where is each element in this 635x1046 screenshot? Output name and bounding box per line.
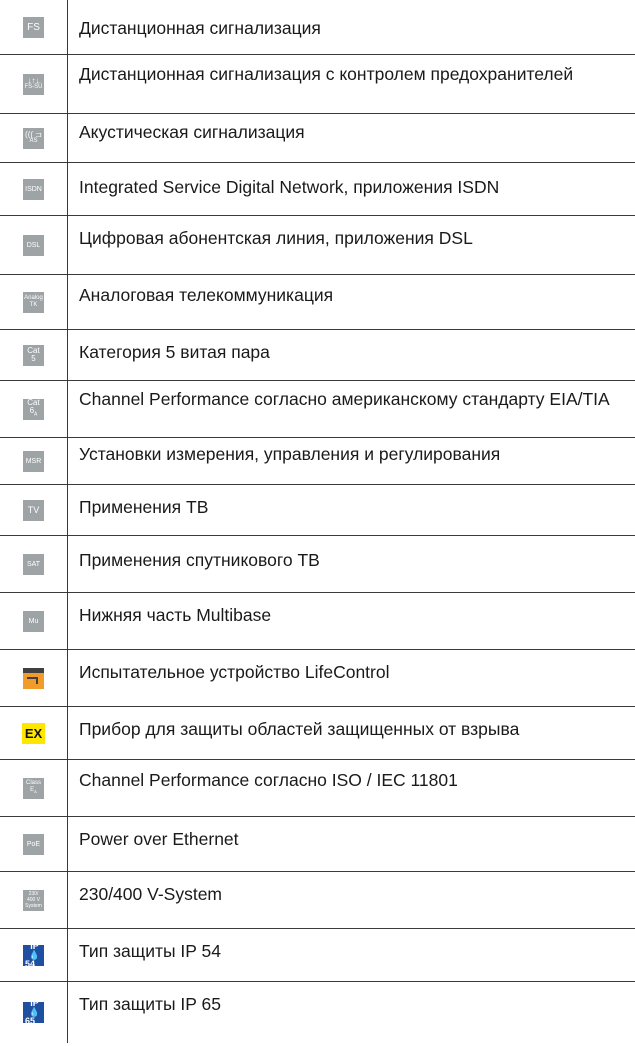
cat6a-icon: Cat 6A bbox=[23, 398, 44, 420]
legend-row: FS Дистанционная сигнализация bbox=[0, 0, 635, 54]
row-description: Акустическая сигнализация bbox=[79, 122, 305, 142]
row-description: Power over Ethernet bbox=[79, 829, 239, 849]
icon-cell: IP 💧 65 bbox=[0, 982, 68, 1043]
poe-icon: PoE bbox=[23, 833, 44, 855]
legend-row: Испытательное устройство LifeControl bbox=[0, 649, 635, 706]
legend-row: DSL Цифровая абонентская линия, приложен… bbox=[0, 215, 635, 274]
lifecontrol-icon bbox=[23, 667, 44, 689]
row-description: 230/400 V-System bbox=[79, 884, 222, 904]
legend-row: IP 💧 54 Тип защиты IP 54 bbox=[0, 928, 635, 981]
legend-row: 230/400 V System 230/400 V-System bbox=[0, 871, 635, 928]
legend-row: IP 💧 65 Тип защиты IP 65 bbox=[0, 981, 635, 1043]
legend-row: ISDN Integrated Service Digital Network,… bbox=[0, 162, 635, 215]
row-description: Применения спутникового ТВ bbox=[79, 550, 320, 570]
legend-row: EX Прибор для защиты областей защищенных… bbox=[0, 706, 635, 759]
icon-cell: SAT bbox=[0, 536, 68, 592]
row-description: Дистанционная сигнализация bbox=[79, 18, 321, 38]
legend-row: MSR Установки измерения, управления и ре… bbox=[0, 437, 635, 484]
icon-cell bbox=[0, 650, 68, 706]
dsl-icon: DSL bbox=[23, 234, 44, 256]
cat5-icon: Cat 5 bbox=[23, 344, 44, 366]
row-description: Channel Performance согласно ISO / IEC 1… bbox=[79, 770, 458, 790]
row-description: Применения ТВ bbox=[79, 497, 209, 517]
icon-cell: ((( ⊐ AS bbox=[0, 114, 68, 162]
icon-cell: MSR bbox=[0, 438, 68, 484]
row-description: Установки измерения, управления и регули… bbox=[79, 444, 501, 464]
legend-row: Analog TK Аналоговая телекоммуникация bbox=[0, 274, 635, 329]
row-description: Integrated Service Digital Network, прил… bbox=[79, 177, 500, 197]
acoustic-signal-icon: ((( ⊐ AS bbox=[23, 127, 44, 149]
legend-row: Cat 6A Channel Performance согласно амери… bbox=[0, 380, 635, 437]
row-description: Категория 5 витая пара bbox=[79, 342, 270, 362]
row-description: Тип защиты IP 54 bbox=[79, 941, 221, 961]
row-description: Прибор для защиты областей защищенных от… bbox=[79, 719, 520, 739]
multibase-icon: Mu bbox=[23, 610, 44, 632]
icon-cell: DSL bbox=[0, 216, 68, 274]
row-description: Цифровая абонентская линия, приложения D… bbox=[79, 228, 473, 248]
legend-row: ((( ⊐ AS Акустическая сигнализация bbox=[0, 113, 635, 162]
icon-cell: TV bbox=[0, 485, 68, 535]
legend-row: ↓↑↓ FS-SÜ Дистанционная сигнализация с ко… bbox=[0, 54, 635, 113]
icon-cell: ↓↑↓ FS-SÜ bbox=[0, 55, 68, 113]
isdn-icon: ISDN bbox=[23, 178, 44, 200]
icon-cell: Mu bbox=[0, 593, 68, 649]
icon-cell: Analog TK bbox=[0, 275, 68, 329]
row-description: Тип защиты IP 65 bbox=[79, 994, 221, 1014]
icon-cell: EX bbox=[0, 707, 68, 759]
row-description: Испытательное устройство LifeControl bbox=[79, 662, 390, 682]
230-400v-system-icon: 230/400 V System bbox=[23, 889, 44, 911]
icon-cell: Class EA bbox=[0, 760, 68, 816]
icon-cell: IP 💧 54 bbox=[0, 929, 68, 981]
sat-icon: SAT bbox=[23, 553, 44, 575]
icon-cell: Cat 6A bbox=[0, 381, 68, 437]
icon-cell: 230/400 V System bbox=[0, 872, 68, 928]
legend-row: Mu Нижняя часть Multibase bbox=[0, 592, 635, 649]
row-description: Дистанционная сигнализация с контролем п… bbox=[79, 64, 574, 84]
ex-icon: EX bbox=[22, 722, 45, 744]
legend-table: FS Дистанционная сигнализация ↓↑↓ FS-SÜ Д… bbox=[0, 0, 635, 1043]
icon-cell: ISDN bbox=[0, 163, 68, 215]
class-ea-icon: Class EA bbox=[23, 777, 44, 799]
ip65-icon: IP 💧 65 bbox=[23, 1002, 44, 1023]
row-description: Аналоговая телекоммуникация bbox=[79, 285, 334, 305]
tv-icon: TV bbox=[23, 499, 44, 521]
fs-icon: FS bbox=[23, 16, 44, 38]
row-description: Channel Performance согласно американско… bbox=[79, 389, 610, 409]
legend-row: Class EA Channel Performance согласно ISO… bbox=[0, 759, 635, 816]
legend-row: PoE Power over Ethernet bbox=[0, 816, 635, 871]
ip54-icon: IP 💧 54 bbox=[23, 944, 44, 966]
icon-cell: PoE bbox=[0, 817, 68, 871]
fs-su-icon: ↓↑↓ FS-SÜ bbox=[23, 73, 44, 95]
icon-cell: FS bbox=[0, 0, 68, 54]
msr-icon: MSR bbox=[23, 450, 44, 472]
legend-row: Cat 5 Категория 5 витая пара bbox=[0, 329, 635, 380]
row-description: Нижняя часть Multibase bbox=[79, 605, 272, 625]
legend-row: TV Применения ТВ bbox=[0, 484, 635, 535]
icon-cell: Cat 5 bbox=[0, 330, 68, 380]
analog-tk-icon: Analog TK bbox=[23, 291, 44, 313]
legend-row: SAT Применения спутникового ТВ bbox=[0, 535, 635, 592]
